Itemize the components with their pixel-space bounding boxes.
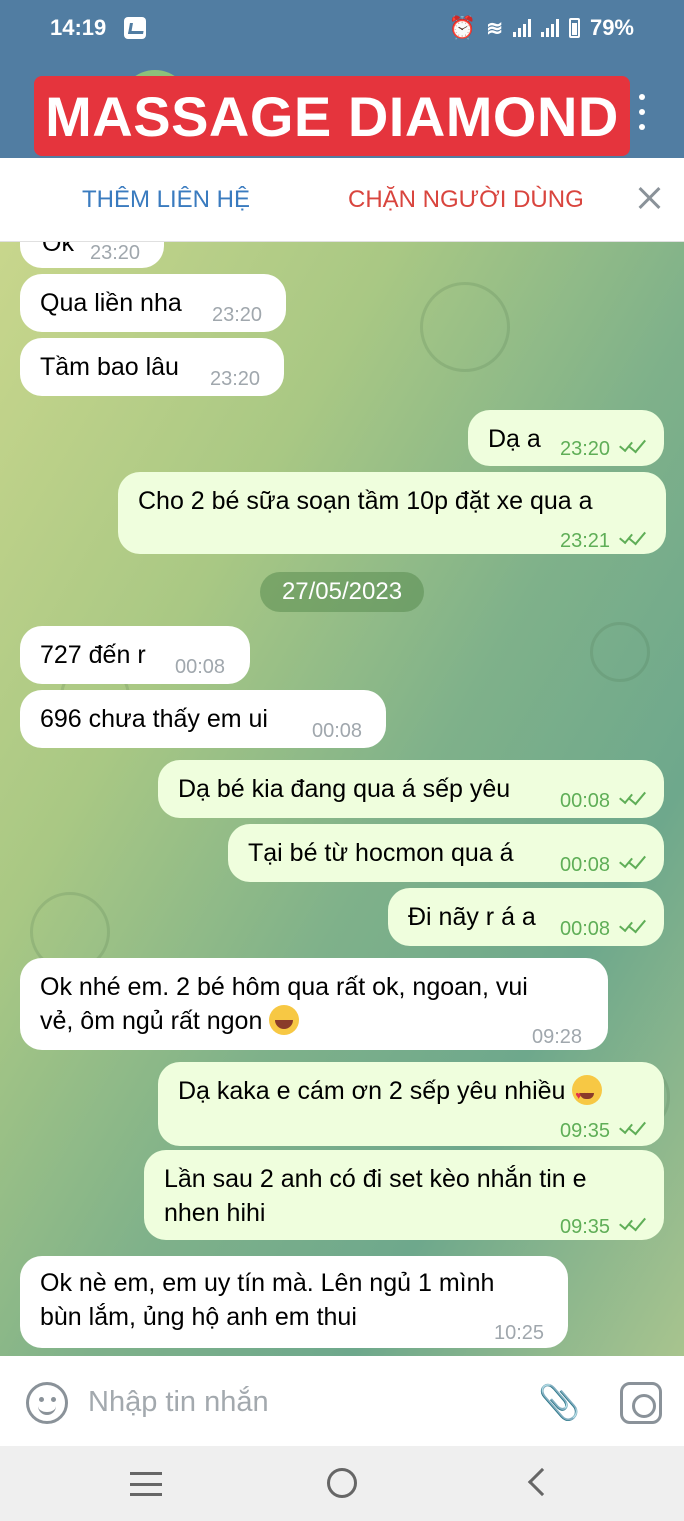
message-time: 23:21	[560, 530, 611, 552]
message-time: 23:20	[560, 438, 611, 460]
add-contact-button[interactable]: THÊM LIÊN HỆ	[82, 186, 250, 214]
message-time: 10:25	[494, 1322, 545, 1344]
message-bubble-outgoing[interactable]: Dạ bé kia đang qua á sếp yêu 00:08	[158, 760, 664, 818]
wallpaper-doodle	[420, 282, 510, 372]
message-time: 09:35	[560, 1216, 611, 1238]
message-bubble-outgoing[interactable]: Tại bé từ hocmon qua á 00:08	[228, 824, 664, 882]
message-bubble-outgoing[interactable]: Dạ kaka e cám ơn 2 sếp yêu nhiều 09:35	[158, 1062, 664, 1146]
back-icon[interactable]	[527, 1467, 557, 1497]
message-composer: 📎	[0, 1356, 684, 1446]
message-text-line: Lần sau 2 anh có đi set kèo nhắn tin e	[164, 1165, 587, 1193]
read-check-icon	[620, 916, 650, 932]
message-time: 00:08	[560, 790, 611, 812]
read-check-icon	[620, 852, 650, 868]
heart-eyes-icon	[572, 1075, 603, 1113]
camera-icon[interactable]	[620, 1382, 662, 1424]
signal-icon	[512, 19, 531, 37]
message-bubble-outgoing[interactable]: Cho 2 bé sữa soạn tầm 10p đặt xe qua a 2…	[118, 472, 666, 554]
message-text: Cho 2 bé sữa soạn tầm 10p đặt xe qua a	[138, 487, 593, 515]
status-right: ⏰ ≋ 79%	[449, 15, 634, 41]
message-bubble-outgoing[interactable]: Lần sau 2 anh có đi set kèo nhắn tin e n…	[144, 1150, 664, 1240]
battery-percent: 79%	[589, 15, 634, 40]
message-time: 09:35	[560, 1120, 611, 1142]
message-text: Tầm bao lâu	[40, 353, 179, 381]
message-text: Dạ bé kia đang qua á sếp yêu	[178, 775, 511, 803]
message-time: 23:20	[90, 242, 141, 264]
signal-icon	[540, 19, 559, 37]
message-bubble-outgoing[interactable]: Đi nãy r á a 00:08	[388, 888, 664, 946]
message-bubble-incoming[interactable]: Ok 23:20	[20, 242, 164, 268]
emoji-icon[interactable]	[26, 1382, 68, 1424]
chat-title-text: MASSAGE DIAMOND	[45, 84, 619, 148]
message-time: 00:08	[175, 656, 226, 678]
paperclip-icon[interactable]: 📎	[538, 1382, 580, 1424]
chat-header: MASSAGE DIAMOND	[0, 58, 684, 158]
face-with-tears-of-joy-icon	[269, 1005, 300, 1035]
wifi-icon: ≋	[486, 17, 503, 40]
message-bubble-incoming[interactable]: Ok nè em, em uy tín mà. Lên ngủ 1 mình b…	[20, 1256, 568, 1348]
message-time: 00:08	[560, 854, 611, 876]
message-text: Ok	[42, 242, 74, 257]
message-text: Qua liền nha	[40, 289, 182, 317]
message-text: 696 chưa thấy em ui	[40, 705, 268, 733]
message-text-line: Ok nhé em. 2 bé hôm qua rất ok, ngoan, v…	[40, 973, 528, 1001]
recents-icon[interactable]	[130, 1472, 162, 1496]
message-bubble-incoming[interactable]: Qua liền nha 23:20	[20, 274, 286, 332]
battery-icon	[568, 18, 580, 38]
message-text: Đi nãy r á a	[408, 903, 536, 931]
chat-title[interactable]: MASSAGE DIAMOND	[34, 76, 630, 156]
read-check-icon	[620, 1214, 650, 1230]
home-icon[interactable]	[327, 1468, 357, 1498]
wallpaper-doodle	[590, 622, 650, 682]
message-text: Dạ a	[488, 425, 541, 453]
gallery-icon	[124, 17, 146, 39]
message-text-line: nhen hihi	[164, 1199, 266, 1227]
message-text-line: vẻ, ôm ngủ rất ngon	[40, 1004, 300, 1038]
read-check-icon	[620, 788, 650, 804]
system-nav-bar	[0, 1446, 684, 1521]
message-text-line: bùn lắm, ủng hộ anh em thui	[40, 1303, 357, 1331]
message-text: Tại bé từ hocmon qua á	[248, 839, 514, 867]
message-bubble-incoming[interactable]: Ok nhé em. 2 bé hôm qua rất ok, ngoan, v…	[20, 958, 608, 1050]
more-options-icon[interactable]	[636, 94, 648, 130]
message-bubble-incoming[interactable]: 696 chưa thấy em ui 00:08	[20, 690, 386, 748]
message-text: Dạ kaka e cám ơn 2 sếp yêu nhiều	[178, 1074, 603, 1113]
message-time: 23:20	[212, 304, 263, 326]
message-bubble-outgoing[interactable]: Dạ a 23:20	[468, 410, 664, 466]
message-text: 727 đến r	[40, 641, 146, 669]
message-input[interactable]	[88, 1380, 508, 1424]
read-check-icon	[620, 436, 650, 452]
read-check-icon	[620, 1118, 650, 1134]
close-icon[interactable]	[632, 182, 666, 216]
message-time: 00:08	[560, 918, 611, 940]
message-time: 23:20	[210, 368, 261, 390]
message-bubble-incoming[interactable]: 727 đến r 00:08	[20, 626, 250, 684]
message-time: 09:28	[532, 1026, 583, 1048]
read-check-icon	[620, 528, 650, 544]
alarm-icon: ⏰	[448, 15, 477, 40]
block-user-button[interactable]: CHẶN NGƯỜI DÙNG	[348, 186, 584, 214]
status-bar: 14:19 ⏰ ≋ 79%	[0, 0, 684, 58]
message-time: 00:08	[312, 720, 363, 742]
message-text-line: Ok nè em, em uy tín mà. Lên ngủ 1 mình	[40, 1269, 495, 1297]
status-time: 14:19	[50, 15, 107, 40]
message-list[interactable]: Ok 23:20 Qua liền nha 23:20 Tầm bao lâu …	[0, 242, 684, 1356]
date-separator: 27/05/2023	[260, 572, 424, 612]
message-bubble-incoming[interactable]: Tầm bao lâu 23:20	[20, 338, 284, 396]
contact-action-bar: THÊM LIÊN HỆ CHẶN NGƯỜI DÙNG	[0, 158, 684, 242]
